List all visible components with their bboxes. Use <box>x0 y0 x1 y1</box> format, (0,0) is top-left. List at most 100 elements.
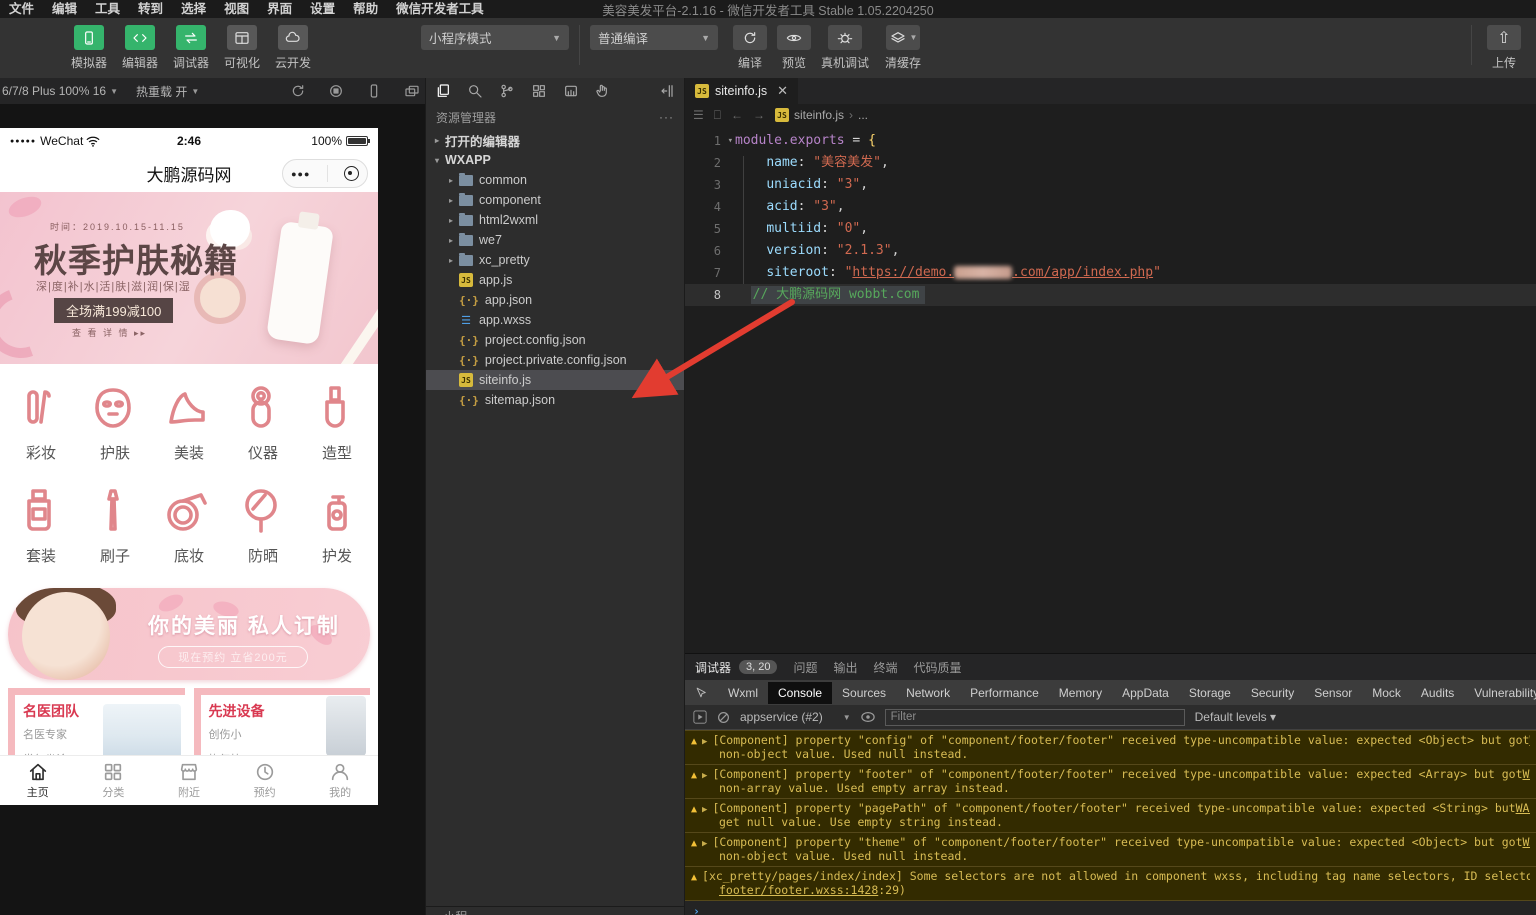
close-circle-icon[interactable] <box>344 166 359 181</box>
devtools-tab-Sources[interactable]: Sources <box>832 682 896 704</box>
menu-设置[interactable]: 设置 <box>301 0 344 18</box>
code-line-6[interactable]: 6 version: "2.1.3", <box>685 240 1536 262</box>
devtools-tab-Audits[interactable]: Audits <box>1411 682 1464 704</box>
outline-icon[interactable]: ☰ <box>693 108 704 122</box>
menu-微信开发者工具[interactable]: 微信开发者工具 <box>387 0 493 18</box>
phone-tab-附近[interactable]: 附近 <box>151 756 227 805</box>
explorer-item-html2wxml[interactable]: ▸ html2wxml <box>426 210 684 230</box>
toolbar-button-编译[interactable]: 编译 <box>728 25 772 71</box>
explorer-item-we7[interactable]: ▸ we7 <box>426 230 684 250</box>
play-icon[interactable] <box>693 710 707 724</box>
menu-视图[interactable]: 视图 <box>215 0 258 18</box>
devtools-tab-Wxml[interactable]: Wxml <box>718 682 768 704</box>
hot-reload-toggle[interactable]: 热重载 开 <box>136 83 187 100</box>
devtools-tab-Vulnerability[interactable]: Vulnerability <box>1464 682 1536 704</box>
explorer-bottom-section[interactable]: ▸ 小程 <box>426 906 684 915</box>
console-warning[interactable]: ▲▶[Component] property "footer" of "comp… <box>685 765 1536 799</box>
menu-帮助[interactable]: 帮助 <box>344 0 387 18</box>
explorer-section-WXAPP[interactable]: ▾ WXAPP <box>426 150 684 170</box>
explorer-item-project.config.json[interactable]: {·} project.config.json <box>426 330 684 350</box>
explorer-item-app.js[interactable]: JS app.js <box>426 270 684 290</box>
expand-icon[interactable]: ▶ <box>702 805 707 815</box>
expand-icon[interactable]: ▶ <box>702 737 707 747</box>
console-prompt[interactable]: › <box>685 901 1536 915</box>
menu-工具[interactable]: 工具 <box>86 0 129 18</box>
devtools-tab-Mock[interactable]: Mock <box>1362 682 1411 704</box>
devtools-tab-Sensor[interactable]: Sensor <box>1304 682 1362 704</box>
close-icon[interactable]: ✕ <box>777 83 788 99</box>
tab-siteinfo-js[interactable]: JS siteinfo.js ✕ <box>685 78 798 104</box>
debugger-tab-调试器[interactable]: 调试器 <box>695 659 731 676</box>
console-warning[interactable]: ▲[xc_pretty/pages/index/index] Some sele… <box>685 867 1536 901</box>
record-icon[interactable] <box>327 83 343 99</box>
compile-mode-select[interactable]: 普通编译▼ <box>590 25 718 50</box>
console-warning[interactable]: ▲▶[Component] property "theme" of "compo… <box>685 833 1536 867</box>
console-log[interactable]: ▲▶[Component] property "config" of "comp… <box>685 730 1536 915</box>
explorer-item-sitemap.json[interactable]: {·} sitemap.json <box>426 390 684 410</box>
category-护发[interactable]: 护发 <box>300 477 374 580</box>
rotate-icon[interactable] <box>289 83 305 99</box>
log-levels-select[interactable]: Default levels ▾ <box>1195 710 1276 724</box>
debugger-tab-问题[interactable]: 问题 <box>793 659 817 676</box>
files-icon[interactable] <box>434 83 451 100</box>
more-icon[interactable]: ●●● <box>291 169 310 179</box>
devtools-tab-Console[interactable]: Console <box>768 682 832 704</box>
devtools-tab-AppData[interactable]: AppData <box>1112 682 1179 704</box>
debugger-tab-输出[interactable]: 输出 <box>834 659 858 676</box>
source-link[interactable]: WASubContext.js?t <box>1516 801 1530 815</box>
toolbar-button-真机调试[interactable]: 真机调试 <box>816 25 874 71</box>
code-editor[interactable]: 1▾module.exports = {2 name: "美容美发",3 uni… <box>685 126 1536 653</box>
git-icon[interactable] <box>498 83 515 100</box>
collapse-sidebar-icon[interactable] <box>659 83 676 100</box>
toolbar-button-预览[interactable]: 预览 <box>772 25 816 71</box>
banner-detail-link[interactable]: 查 看 详 情 ▸▸ <box>72 326 147 339</box>
code-line-5[interactable]: 5 multiid: "0", <box>685 218 1536 240</box>
code-line-1[interactable]: 1▾module.exports = { <box>685 130 1536 152</box>
category-彩妆[interactable]: 彩妆 <box>4 374 78 477</box>
explorer-item-component[interactable]: ▸ component <box>426 190 684 210</box>
explorer-item-app.json[interactable]: {·} app.json <box>426 290 684 310</box>
inspect-element-icon[interactable] <box>695 686 708 699</box>
device-select[interactable]: 6/7/8 Plus 100% 16 <box>2 84 106 98</box>
code-line-4[interactable]: 4 acid: "3", <box>685 196 1536 218</box>
expand-icon[interactable]: ▶ <box>702 771 707 781</box>
blocks-icon[interactable] <box>530 83 547 100</box>
clear-console-icon[interactable] <box>717 711 730 724</box>
explorer-item-project.private.config.json[interactable]: {·} project.private.config.json <box>426 350 684 370</box>
devtools-tab-Security[interactable]: Security <box>1241 682 1304 704</box>
devtools-tab-Performance[interactable]: Performance <box>960 682 1049 704</box>
phone-tab-预约[interactable]: 预约 <box>227 756 303 805</box>
bookmark-icon[interactable]: ⎕ <box>714 108 721 123</box>
source-link[interactable]: WASubContext.js?t <box>1523 835 1530 849</box>
source-link[interactable]: WASubContext.js?t <box>1529 733 1530 747</box>
hand-icon[interactable] <box>594 83 611 100</box>
explorer-item-app.wxss[interactable]: ☰ app.wxss <box>426 310 684 330</box>
source-link[interactable]: footer/footer.wxss:1428 <box>719 883 878 897</box>
code-line-8[interactable]: 8 // 大鹏源码网 wobbt.com <box>685 284 1536 306</box>
more-actions-icon[interactable]: ··· <box>659 110 674 124</box>
source-link[interactable]: WASubContext.js?t <box>1523 767 1530 781</box>
phone-tab-我的[interactable]: 我的 <box>302 756 378 805</box>
appointment-button[interactable]: 现在预约 立省200元 <box>158 646 308 668</box>
code-line-7[interactable]: 7 siteroot: "https://demo..com/app/index… <box>685 262 1536 284</box>
expand-icon[interactable]: ▶ <box>702 839 707 849</box>
menu-编辑[interactable]: 编辑 <box>43 0 86 18</box>
explorer-item-common[interactable]: ▸ common <box>426 170 684 190</box>
debugger-tab-终端[interactable]: 终端 <box>874 659 898 676</box>
category-防晒[interactable]: 防晒 <box>226 477 300 580</box>
explorer-section-打开的编辑器[interactable]: ▸ 打开的编辑器 <box>426 130 684 150</box>
phone-icon[interactable] <box>365 83 381 99</box>
category-美装[interactable]: 美装 <box>152 374 226 477</box>
npm-icon[interactable] <box>562 83 579 100</box>
explorer-item-siteinfo.js[interactable]: JS siteinfo.js <box>426 370 684 390</box>
toolbar-button-清缓存[interactable]: ▼ 清缓存 <box>874 25 932 71</box>
category-底妆[interactable]: 底妆 <box>152 477 226 580</box>
eye-icon[interactable] <box>861 711 875 723</box>
menu-文件[interactable]: 文件 <box>0 0 43 18</box>
capsule-menu[interactable]: ●●● <box>282 159 368 188</box>
mode-select[interactable]: 小程序模式▼ <box>421 25 569 50</box>
console-warning[interactable]: ▲▶[Component] property "pagePath" of "co… <box>685 799 1536 833</box>
devtools-tab-Storage[interactable]: Storage <box>1179 682 1241 704</box>
category-刷子[interactable]: 刷子 <box>78 477 152 580</box>
devtools-tab-Memory[interactable]: Memory <box>1049 682 1112 704</box>
